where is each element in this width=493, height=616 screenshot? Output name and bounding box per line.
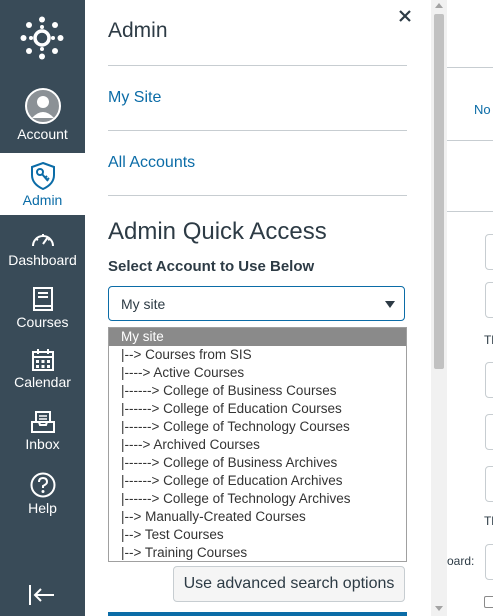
dropdown-option[interactable]: |------> College of Education Archives xyxy=(109,472,406,490)
chevron-down-icon xyxy=(385,301,395,308)
input-field-partial[interactable] xyxy=(485,362,493,398)
tab-partial[interactable]: No xyxy=(474,102,491,117)
nav-item-help[interactable]: Help xyxy=(0,472,85,522)
dropdown-option[interactable]: |----> Active Courses xyxy=(109,364,406,382)
tray-title: Admin xyxy=(108,19,168,42)
account-select-value: My site xyxy=(121,296,166,312)
shield-key-icon xyxy=(30,162,55,190)
calendar-icon xyxy=(31,349,54,371)
field-label-partial: Tl xyxy=(484,514,493,528)
dropdown-option[interactable]: |--> Test Courses xyxy=(109,526,406,544)
dropdown-option[interactable]: |------> College of Education Courses xyxy=(109,400,406,418)
inbox-icon xyxy=(30,411,55,433)
global-navigation: Account Admin Dashboard Courses Calendar… xyxy=(0,0,85,616)
dropdown-option[interactable]: |------> College of Technology Archives xyxy=(109,490,406,508)
book-icon xyxy=(32,287,53,311)
dropdown-option[interactable]: |--> Courses from SIS xyxy=(109,346,406,364)
dropdown-option[interactable]: |------> College of Business Archives xyxy=(109,454,406,472)
nav-item-account[interactable]: Account xyxy=(0,88,85,148)
background-page: No Tl Tl oard: xyxy=(447,0,493,616)
nav-item-dashboard[interactable]: Dashboard xyxy=(0,228,85,276)
close-tray-button[interactable] xyxy=(399,6,411,27)
input-field-partial[interactable] xyxy=(485,234,493,270)
canvas-logo-icon[interactable] xyxy=(20,16,64,60)
divider xyxy=(108,65,407,66)
input-field-partial[interactable] xyxy=(485,282,493,318)
scrollbar-thumb[interactable] xyxy=(434,14,444,369)
divider xyxy=(447,140,493,141)
nav-item-label: Calendar xyxy=(14,374,71,390)
dropdown-option[interactable]: |------> College of Technology Courses xyxy=(109,418,406,436)
advanced-search-button[interactable]: Use advanced search options xyxy=(173,566,405,602)
scroll-up-icon[interactable] xyxy=(435,3,443,8)
collapse-nav-icon[interactable] xyxy=(28,584,56,606)
scroll-down-icon[interactable] xyxy=(435,606,443,611)
nav-item-label: Courses xyxy=(16,314,69,330)
account-dropdown-list: My site |--> Courses from SIS |----> Act… xyxy=(108,327,407,562)
divider xyxy=(108,130,407,131)
account-avatar-icon xyxy=(24,88,61,124)
dropdown-option[interactable]: |------> College of Business Courses xyxy=(109,382,406,400)
board-label-partial: oard: xyxy=(447,554,475,568)
nav-item-label: Admin xyxy=(22,192,63,208)
divider xyxy=(108,195,407,196)
primary-button-edge[interactable] xyxy=(108,612,407,616)
dropdown-option[interactable]: |--> Manually-Created Courses xyxy=(109,508,406,526)
nav-item-inbox[interactable]: Inbox xyxy=(0,410,85,460)
help-icon xyxy=(30,472,55,498)
my-site-link[interactable]: My Site xyxy=(108,89,161,107)
nav-item-label: Account xyxy=(17,126,68,142)
select-account-label: Select Account to Use Below xyxy=(108,258,315,275)
nav-item-admin[interactable]: Admin xyxy=(0,153,85,215)
divider xyxy=(447,211,493,212)
nav-item-label: Help xyxy=(28,500,57,516)
nav-item-courses[interactable]: Courses xyxy=(0,286,85,336)
divider xyxy=(447,67,493,68)
checkbox-partial[interactable] xyxy=(484,596,493,608)
input-field-partial[interactable] xyxy=(485,414,493,450)
nav-item-label: Dashboard xyxy=(8,252,77,268)
all-accounts-link[interactable]: All Accounts xyxy=(108,154,195,172)
dropdown-option[interactable]: My site xyxy=(109,328,406,346)
nav-item-label: Inbox xyxy=(25,436,60,452)
dropdown-option[interactable]: |--> Training Courses xyxy=(109,544,406,561)
field-label-partial: Tl xyxy=(484,333,493,347)
account-select[interactable]: My site xyxy=(108,286,405,321)
dropdown-option[interactable]: |----> Archived Courses xyxy=(109,436,406,454)
input-field-partial[interactable] xyxy=(485,466,493,502)
nav-item-calendar[interactable]: Calendar xyxy=(0,348,85,398)
close-icon xyxy=(399,10,411,22)
input-field-partial[interactable] xyxy=(485,544,493,580)
dashboard-gauge-icon xyxy=(31,234,54,247)
tray-scrollbar[interactable] xyxy=(431,0,447,616)
admin-tray: Admin My Site All Accounts Admin Quick A… xyxy=(85,0,431,616)
quick-access-title: Admin Quick Access xyxy=(108,218,327,245)
